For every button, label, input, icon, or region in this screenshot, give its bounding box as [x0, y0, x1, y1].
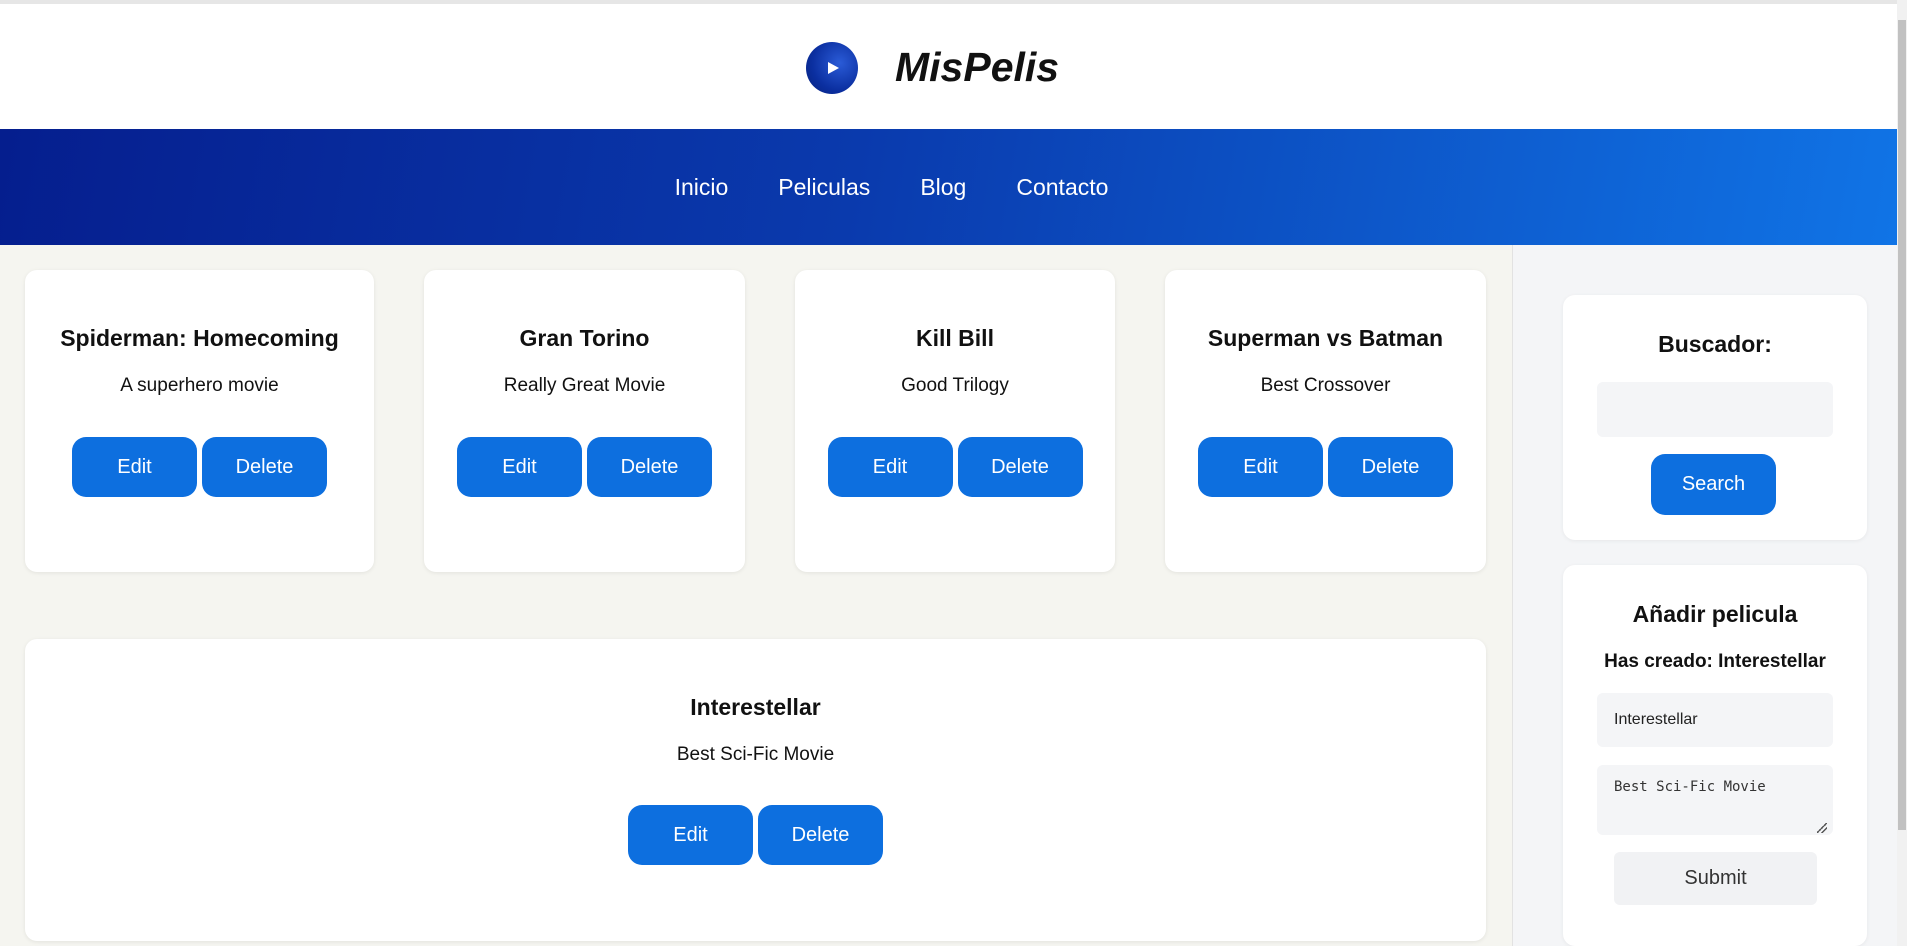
movie-card: Superman vs Batman Best Crossover Edit D…: [1165, 270, 1486, 572]
play-icon[interactable]: [806, 42, 858, 94]
search-panel: Buscador: Search: [1563, 295, 1867, 540]
nav-item-peliculas[interactable]: Peliculas: [778, 174, 870, 201]
add-movie-panel: Añadir pelicula Has creado: Interestella…: [1563, 565, 1867, 946]
delete-button[interactable]: Delete: [957, 437, 1083, 497]
movie-description: Best Sci-Fic Movie: [676, 744, 835, 765]
movie-description: Good Trilogy: [901, 375, 1009, 396]
search-input[interactable]: [1597, 382, 1833, 437]
scrollbar-thumb[interactable]: [1898, 20, 1906, 830]
edit-button[interactable]: Edit: [628, 805, 753, 865]
edit-button[interactable]: Edit: [72, 437, 197, 497]
movie-title: Superman vs Batman: [1207, 325, 1444, 351]
resize-grip-icon[interactable]: [1817, 823, 1827, 833]
movie-description: Really Great Movie: [503, 375, 666, 396]
scrollbar-track[interactable]: [1897, 0, 1907, 946]
movie-card: Kill Bill Good Trilogy Edit Delete: [795, 270, 1115, 572]
edit-button[interactable]: Edit: [1198, 437, 1323, 497]
movie-description: Best Crossover: [1260, 375, 1391, 396]
site-header: MisPelis: [0, 4, 1897, 129]
movie-card: Interestellar Best Sci-Fic Movie Edit De…: [25, 639, 1486, 941]
movie-title: Gran Torino: [519, 325, 650, 351]
edit-button[interactable]: Edit: [457, 437, 582, 497]
movie-description-field[interactable]: Best Sci-Fic Movie: [1597, 765, 1833, 835]
edit-button[interactable]: Edit: [827, 437, 953, 497]
search-title: Buscador:: [1658, 331, 1772, 357]
movie-description: A superhero movie: [120, 375, 279, 396]
search-button[interactable]: Search: [1651, 454, 1776, 515]
movie-card: Spiderman: Homecoming A superhero movie …: [25, 270, 374, 572]
submit-button[interactable]: Submit: [1614, 852, 1817, 905]
delete-button[interactable]: Delete: [758, 805, 883, 865]
movie-title-field[interactable]: Interestellar: [1597, 693, 1833, 747]
nav-item-contacto[interactable]: Contacto: [1016, 174, 1108, 201]
delete-button[interactable]: Delete: [1328, 437, 1453, 497]
delete-button[interactable]: Delete: [587, 437, 712, 497]
nav-item-blog[interactable]: Blog: [920, 174, 966, 201]
nav-item-inicio[interactable]: Inicio: [675, 174, 729, 201]
created-message: Has creado: Interestellar: [1604, 651, 1826, 672]
brand-title[interactable]: MisPelis: [895, 42, 1059, 92]
movie-title: Interestellar: [690, 694, 821, 720]
main-nav: Inicio Peliculas Blog Contacto: [0, 129, 1897, 245]
movie-card: Gran Torino Really Great Movie Edit Dele…: [424, 270, 745, 572]
delete-button[interactable]: Delete: [202, 437, 327, 497]
movie-title: Spiderman: Homecoming: [60, 325, 339, 351]
movie-title: Kill Bill: [916, 325, 994, 351]
sidebar: Buscador: Search Añadir pelicula Has cre…: [1512, 245, 1897, 946]
add-movie-title: Añadir pelicula: [1632, 601, 1798, 627]
